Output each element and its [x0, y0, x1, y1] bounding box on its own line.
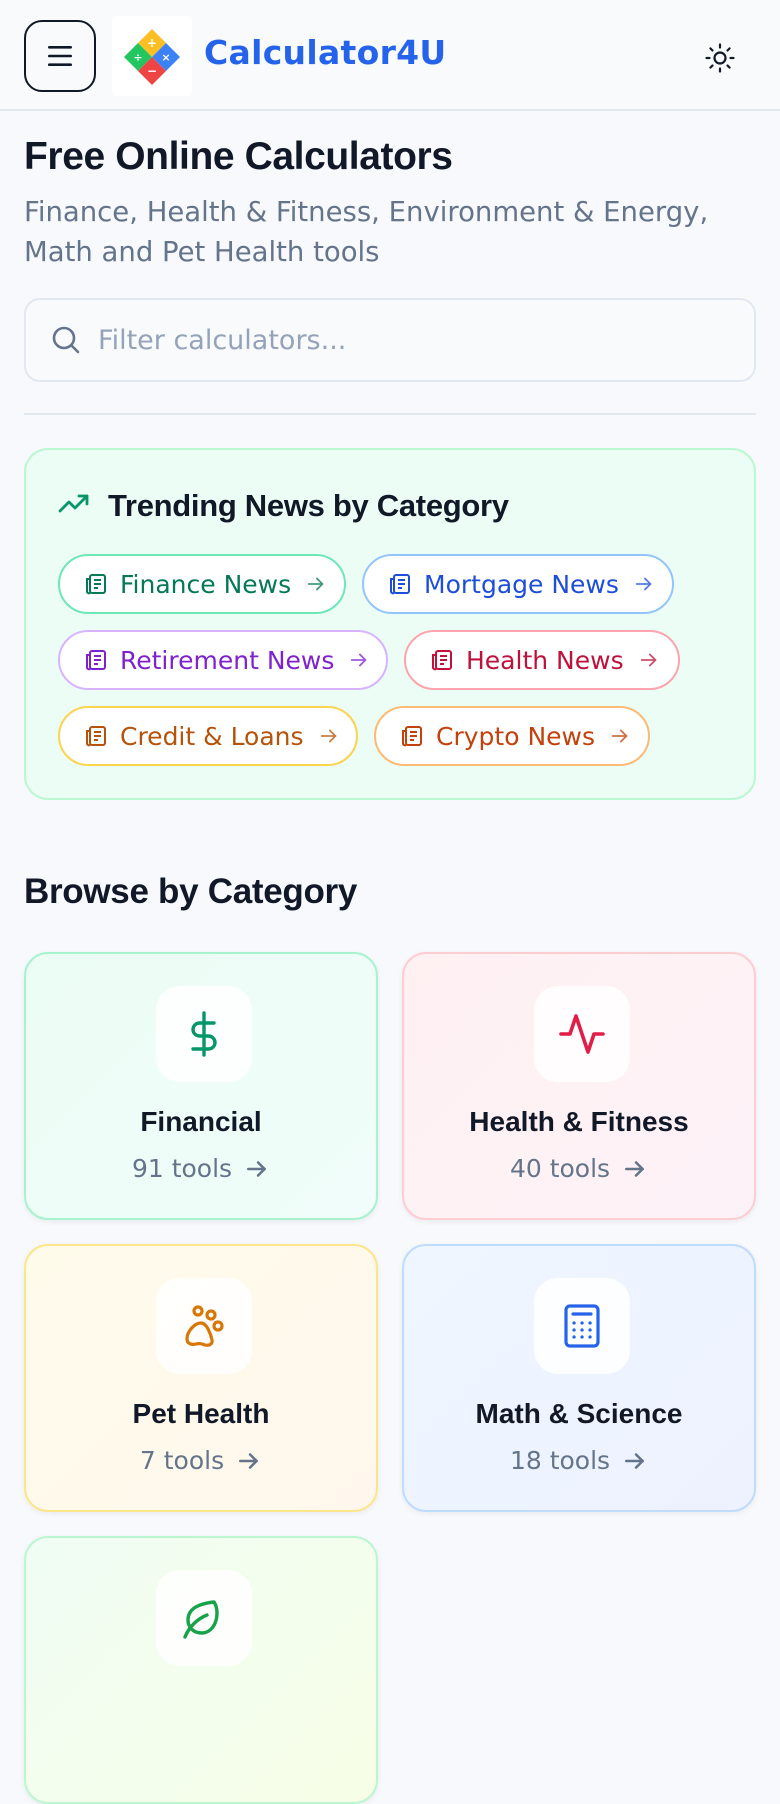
paw-icon	[185, 1305, 224, 1347]
category-icon-box	[156, 986, 252, 1082]
trending-up-icon	[58, 494, 89, 513]
category-icon-box	[534, 986, 630, 1082]
divider	[24, 413, 756, 415]
category-name: Financial	[140, 1106, 262, 1137]
browse-title: Browse by Category	[24, 872, 358, 911]
leaf-icon	[183, 1600, 219, 1639]
arrow-right-icon	[635, 577, 652, 591]
logo-icon: + ÷ × −	[124, 29, 180, 85]
newspaper-icon	[390, 574, 410, 595]
category-icon-box	[156, 1570, 252, 1666]
chip-crypto-news[interactable]: Crypto News	[374, 706, 650, 766]
dollar-icon	[191, 1011, 217, 1057]
brand-logo[interactable]: + ÷ × −	[112, 16, 192, 96]
category-card-math-science[interactable]: Math & Science 18 tools	[402, 1244, 756, 1512]
arrow-right-icon	[640, 653, 656, 667]
hamburger-icon	[48, 46, 72, 66]
chip-label: Health News	[466, 645, 624, 675]
newspaper-icon	[432, 650, 452, 671]
page-title: Free Online Calculators	[24, 135, 453, 178]
theme-toggle-button[interactable]	[700, 38, 740, 78]
category-card-health-fitness[interactable]: Health & Fitness 40 tools	[402, 952, 756, 1220]
chip-mortgage-news[interactable]: Mortgage News	[362, 554, 674, 614]
newspaper-icon	[402, 726, 422, 747]
arrow-right-icon	[320, 729, 336, 743]
arrow-right-icon	[611, 729, 628, 743]
chip-health-news[interactable]: Health News	[404, 630, 680, 690]
page-subtitle: Finance, Health & Fitness, Environment &…	[24, 196, 709, 268]
chip-finance-news[interactable]: Finance News	[58, 554, 346, 614]
arrow-right-icon	[247, 1160, 266, 1177]
newspaper-icon	[86, 574, 106, 595]
category-count-label: 40 tools	[509, 1154, 611, 1183]
newspaper-icon	[86, 650, 106, 671]
svg-text:+: +	[147, 36, 157, 50]
trending-title: Trending News by Category	[108, 488, 509, 523]
menu-button[interactable]	[24, 20, 96, 92]
arrow-right-icon	[625, 1452, 644, 1469]
top-header: + ÷ × − Calculator4U	[0, 0, 780, 111]
category-card-pet-health[interactable]: Pet Health 7 tools	[24, 1244, 378, 1512]
search-icon	[52, 326, 80, 354]
chip-label: Credit & Loans	[120, 721, 304, 751]
trending-news-card: Trending News by Category Finance News M…	[24, 448, 756, 800]
category-name: Pet Health	[132, 1398, 270, 1429]
category-count-label: 18 tools	[509, 1446, 611, 1475]
category-card-environment[interactable]	[24, 1536, 378, 1804]
arrow-right-icon	[239, 1452, 258, 1469]
category-count: 18 tools	[404, 1446, 754, 1475]
sun-icon	[705, 43, 735, 73]
category-icon-box	[534, 1278, 630, 1374]
arrow-right-icon	[307, 577, 324, 591]
calculator-icon	[564, 1304, 600, 1348]
arrow-right-icon	[351, 653, 367, 667]
category-card-financial[interactable]: Financial 91 tools	[24, 952, 378, 1220]
chip-label: Crypto News	[436, 721, 595, 751]
category-count-label: 91 tools	[131, 1154, 233, 1183]
category-name: Health & Fitness	[469, 1106, 689, 1137]
category-count: 7 tools	[26, 1446, 376, 1475]
category-count: 40 tools	[404, 1154, 754, 1183]
activity-icon	[559, 1014, 605, 1054]
chip-retirement-news[interactable]: Retirement News	[58, 630, 388, 690]
svg-text:÷: ÷	[133, 51, 142, 64]
category-icon-box	[156, 1278, 252, 1374]
chip-credit-loans[interactable]: Credit & Loans	[58, 706, 358, 766]
search-input[interactable]	[98, 314, 718, 366]
arrow-right-icon	[625, 1160, 644, 1177]
newspaper-icon	[86, 726, 106, 747]
chip-label: Retirement News	[120, 645, 335, 675]
category-name: Math & Science	[475, 1398, 683, 1429]
search-box	[24, 298, 756, 382]
svg-text:×: ×	[161, 51, 170, 64]
chip-label: Finance News	[120, 569, 292, 599]
category-count-label: 7 tools	[139, 1446, 225, 1475]
svg-text:−: −	[147, 64, 157, 78]
chip-label: Mortgage News	[424, 569, 619, 599]
brand-name[interactable]: Calculator4U	[204, 33, 447, 72]
category-count: 91 tools	[26, 1154, 376, 1183]
